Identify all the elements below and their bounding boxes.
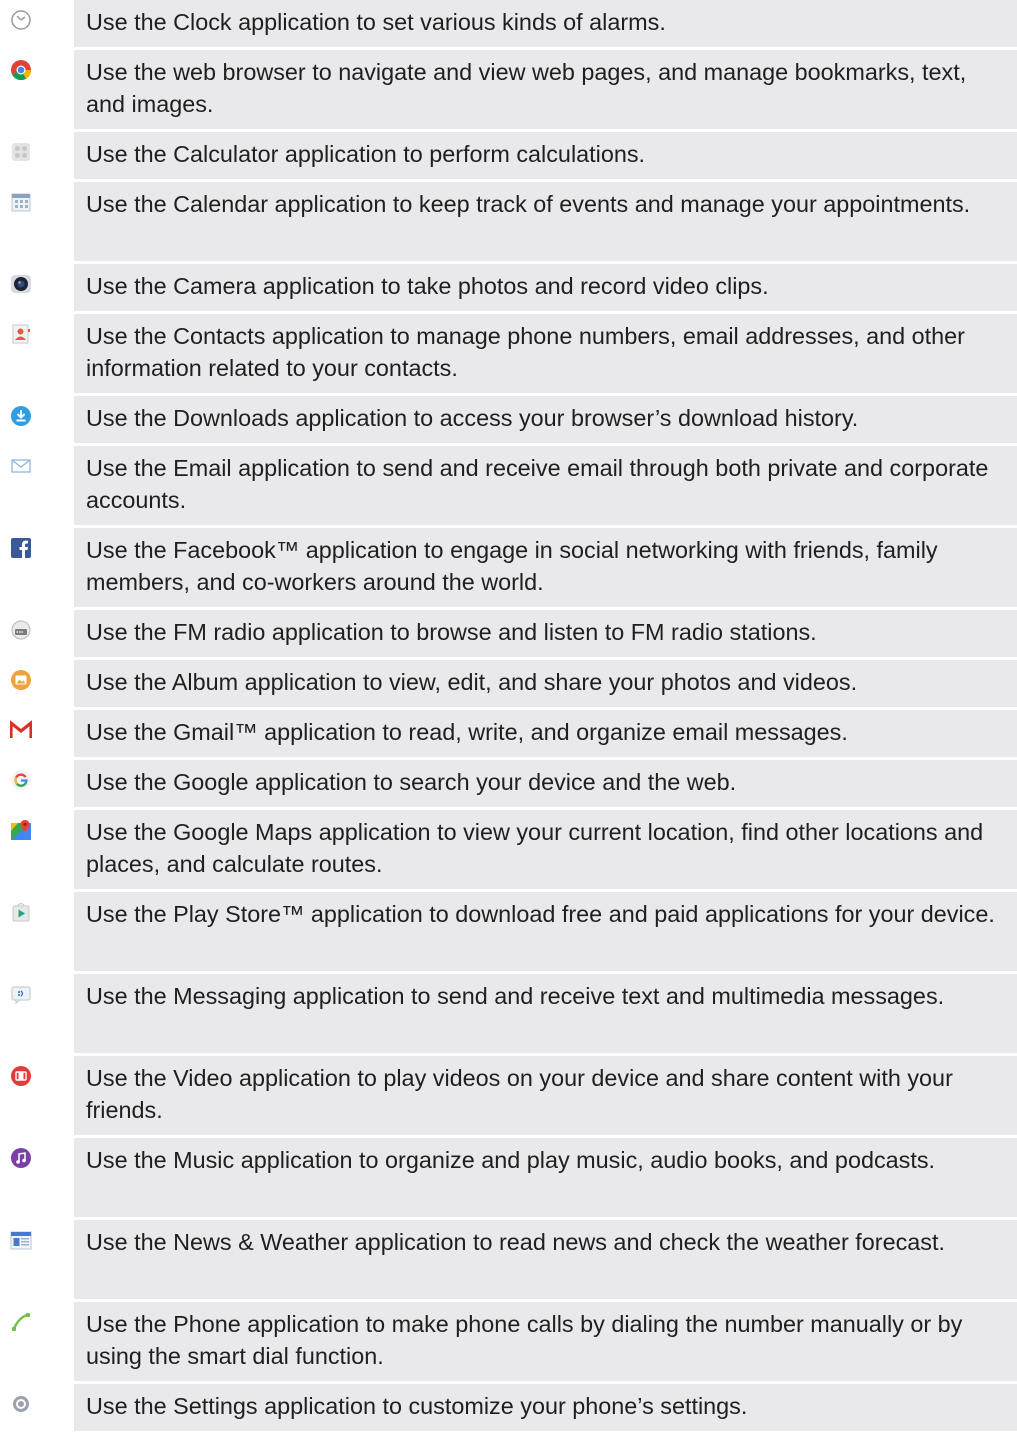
list-item-messaging: Use the Messaging application to send an…: [0, 974, 1017, 1056]
list-item-text: Use the Settings application to customiz…: [74, 1384, 1017, 1431]
list-item-text: Use the Calculator application to perfor…: [74, 132, 1017, 179]
phone-icon: [10, 1311, 32, 1333]
list-item-gmail: Use the Gmail™ application to read, writ…: [0, 710, 1017, 760]
settings-icon: [10, 1393, 32, 1415]
list-item-music: Use the Music application to organize an…: [0, 1138, 1017, 1220]
list-item-text: Use the web browser to navigate and view…: [74, 50, 1017, 129]
list-item-calculator: Use the Calculator application to perfor…: [0, 132, 1017, 182]
list-item-facebook: Use the Facebook™ application to engage …: [0, 528, 1017, 610]
list-item-fm-radio: Use the FM radio application to browse a…: [0, 610, 1017, 660]
list-item-text: Use the FM radio application to browse a…: [74, 610, 1017, 657]
google-icon: [10, 769, 32, 791]
contacts-icon: [10, 323, 32, 345]
list-item-text: Use the Clock application to set various…: [74, 0, 1017, 47]
list-item-text: Use the Facebook™ application to engage …: [74, 528, 1017, 607]
list-item-email: Use the Email application to send and re…: [0, 446, 1017, 528]
gmail-icon: [10, 719, 32, 741]
calculator-icon: [10, 141, 32, 163]
list-item-phone: Use the Phone application to make phone …: [0, 1302, 1017, 1384]
fm-radio-icon: [10, 619, 32, 641]
list-item-text: Use the Play Store™ application to downl…: [74, 892, 1017, 971]
list-item-text: Use the Gmail™ application to read, writ…: [74, 710, 1017, 757]
list-item-album: Use the Album application to view, edit,…: [0, 660, 1017, 710]
list-item-text: Use the Music application to organize an…: [74, 1138, 1017, 1217]
google-maps-icon: [10, 819, 32, 841]
email-icon: [10, 455, 32, 477]
list-item-text: Use the Camera application to take photo…: [74, 264, 1017, 311]
list-item-text: Use the Contacts application to manage p…: [74, 314, 1017, 393]
video-icon: [10, 1065, 32, 1087]
camera-icon: [10, 273, 32, 295]
list-item-text: Use the Phone application to make phone …: [74, 1302, 1017, 1381]
list-item-text: Use the Video application to play videos…: [74, 1056, 1017, 1135]
list-item-text: Use the Google Maps application to view …: [74, 810, 1017, 889]
album-icon: [10, 669, 32, 691]
play-store-icon: [10, 901, 32, 923]
facebook-icon: [10, 537, 32, 559]
chrome-icon: [10, 59, 32, 81]
list-item-text: Use the Messaging application to send an…: [74, 974, 1017, 1053]
list-item-browser: Use the web browser to navigate and view…: [0, 50, 1017, 132]
list-item-camera: Use the Camera application to take photo…: [0, 264, 1017, 314]
list-item-contacts: Use the Contacts application to manage p…: [0, 314, 1017, 396]
list-item-text: Use the Downloads application to access …: [74, 396, 1017, 443]
list-item-news-weather: Use the News & Weather application to re…: [0, 1220, 1017, 1302]
messaging-icon: [10, 983, 32, 1005]
list-item-text: Use the Email application to send and re…: [74, 446, 1017, 525]
list-item-play-store: Use the Play Store™ application to downl…: [0, 892, 1017, 974]
downloads-icon: [10, 405, 32, 427]
news-weather-icon: [10, 1229, 32, 1251]
calendar-icon: [10, 191, 32, 213]
list-item-text: Use the Google application to search you…: [74, 760, 1017, 807]
list-item-text: Use the Calendar application to keep tra…: [74, 182, 1017, 261]
list-item-text: Use the Album application to view, edit,…: [74, 660, 1017, 707]
music-icon: [10, 1147, 32, 1169]
list-item-downloads: Use the Downloads application to access …: [0, 396, 1017, 446]
list-item-google: Use the Google application to search you…: [0, 760, 1017, 810]
list-item-clock: Use the Clock application to set various…: [0, 0, 1017, 50]
list-item-calendar: Use the Calendar application to keep tra…: [0, 182, 1017, 264]
list-item-google-maps: Use the Google Maps application to view …: [0, 810, 1017, 892]
clock-icon: [10, 9, 32, 31]
list-item-video: Use the Video application to play videos…: [0, 1056, 1017, 1138]
list-item-settings: Use the Settings application to customiz…: [0, 1384, 1017, 1434]
list-item-text: Use the News & Weather application to re…: [74, 1220, 1017, 1299]
